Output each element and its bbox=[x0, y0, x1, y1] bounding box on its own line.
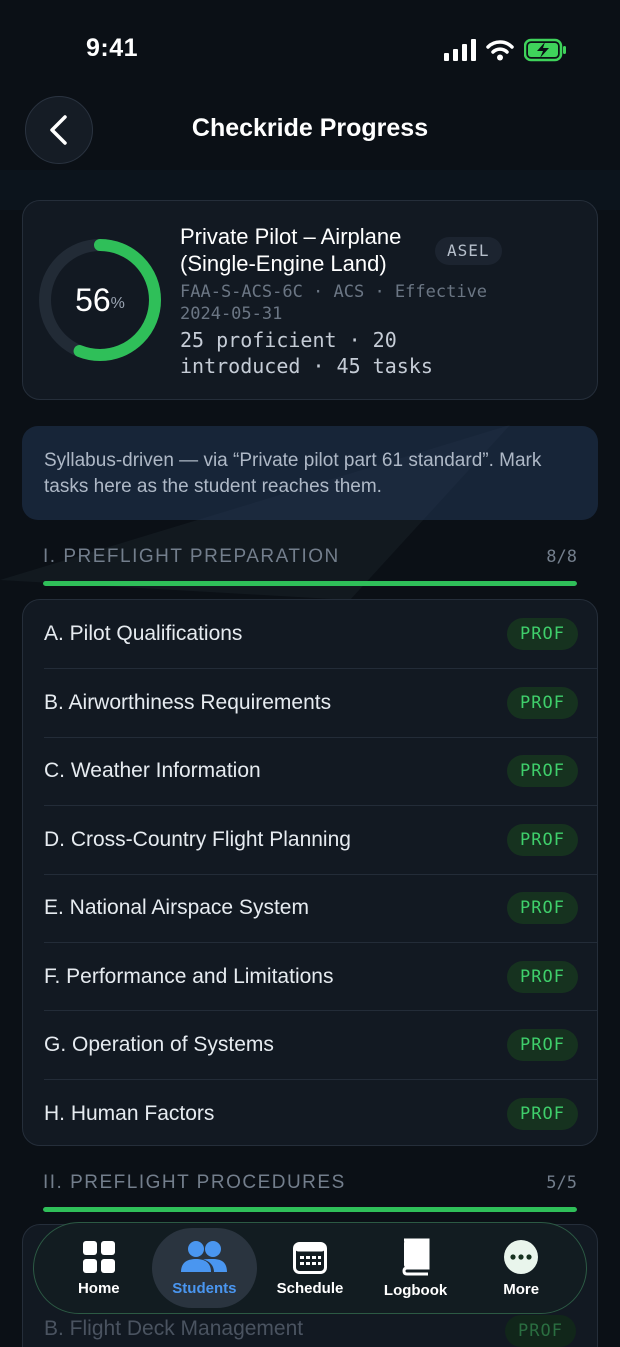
section-progress-bar bbox=[43, 581, 577, 586]
percent-value: 56 bbox=[75, 281, 111, 318]
task-label: D. Cross-Country Flight Planning bbox=[44, 828, 351, 851]
task-label: A. Pilot Qualifications bbox=[44, 622, 243, 645]
tab-schedule[interactable]: Schedule bbox=[257, 1228, 363, 1308]
task-list-preflight-preparation: A. Pilot Qualifications PROF B. Airworth… bbox=[22, 599, 598, 1146]
status-badge: PROF bbox=[507, 892, 578, 924]
calendar-icon bbox=[292, 1241, 327, 1274]
section-progress-fill bbox=[43, 1207, 577, 1212]
signal-icon bbox=[444, 39, 476, 61]
task-label: F. Performance and Limitations bbox=[44, 965, 334, 988]
status-badge: PROF bbox=[507, 1029, 578, 1061]
task-row[interactable]: D. Cross-Country Flight Planning PROF bbox=[44, 806, 597, 874]
status-badge: PROF bbox=[507, 618, 578, 650]
task-row[interactable]: A. Pilot Qualifications PROF bbox=[44, 600, 597, 668]
task-label: B. Airworthiness Requirements bbox=[44, 691, 332, 714]
certificate-title: Private Pilot – Airplane (Single-Engine … bbox=[180, 224, 402, 276]
battery-icon bbox=[524, 38, 566, 62]
tab-label: More bbox=[503, 1280, 540, 1298]
task-label: G. Operation of Systems bbox=[44, 1033, 274, 1056]
status-icons bbox=[444, 38, 568, 62]
task-row[interactable]: G. Operation of Systems PROF bbox=[44, 1011, 597, 1079]
task-row[interactable]: F. Performance and Limitations PROF bbox=[44, 943, 597, 1011]
status-badge: PROF bbox=[507, 961, 578, 993]
task-label: H. Human Factors bbox=[44, 1102, 215, 1125]
task-row[interactable]: B. Airworthiness Requirements PROF bbox=[44, 669, 597, 737]
task-label: E. National Airspace System bbox=[44, 896, 309, 919]
tab-label: Schedule bbox=[276, 1279, 344, 1297]
grid-icon bbox=[82, 1240, 115, 1273]
book-icon bbox=[402, 1238, 430, 1275]
syllabus-banner: Syllabus-driven — via “Private pilot par… bbox=[22, 426, 598, 520]
tab-logbook[interactable]: Logbook bbox=[363, 1228, 469, 1308]
status-bar: 9:41 bbox=[0, 0, 620, 100]
status-badge: PROF bbox=[507, 687, 578, 719]
section-progress-fill bbox=[43, 581, 577, 586]
wifi-icon bbox=[486, 40, 514, 61]
tab-more[interactable]: More bbox=[468, 1228, 574, 1308]
tab-label: Logbook bbox=[383, 1281, 448, 1299]
status-badge: PROF bbox=[507, 824, 578, 856]
task-stats: 25 proficient · 20 introduced · 45 tasks bbox=[180, 328, 433, 378]
tab-home[interactable]: Home bbox=[46, 1228, 152, 1308]
percent-sign: % bbox=[110, 295, 125, 312]
status-badge: PROF bbox=[505, 1315, 576, 1347]
section-count: 5/5 bbox=[546, 1173, 577, 1193]
tab-bar: Home Students Schedule Logbook More bbox=[33, 1222, 587, 1314]
status-time: 9:41 bbox=[86, 34, 139, 62]
more-icon bbox=[504, 1239, 539, 1274]
standard-meta: FAA-S-ACS-6C · ACS · Effective 2024-05-3… bbox=[180, 282, 488, 324]
progress-percent: 56 % bbox=[37, 237, 163, 363]
people-icon bbox=[181, 1240, 228, 1272]
class-badge: ASEL bbox=[435, 237, 502, 265]
status-badge: PROF bbox=[507, 1098, 578, 1130]
status-badge: PROF bbox=[507, 755, 578, 787]
section-header-preflight-preparation[interactable]: I. PREFLIGHT PREPARATION 8/8 bbox=[43, 546, 577, 568]
section-header-preflight-procedures[interactable]: II. PREFLIGHT PROCEDURES 5/5 bbox=[43, 1172, 577, 1194]
task-label: C. Weather Information bbox=[44, 759, 261, 782]
task-row[interactable]: E. National Airspace System PROF bbox=[44, 874, 597, 942]
task-row[interactable]: C. Weather Information PROF bbox=[44, 737, 597, 805]
checkride-summary-card: 56 % Private Pilot – Airplane (Single-En… bbox=[22, 200, 598, 400]
tab-label: Home bbox=[77, 1279, 120, 1297]
tab-label: Students bbox=[172, 1279, 237, 1297]
section-name: I. PREFLIGHT PREPARATION bbox=[43, 546, 340, 567]
page-title: Checkride Progress bbox=[191, 114, 429, 142]
section-progress-bar bbox=[43, 1207, 577, 1212]
section-count: 8/8 bbox=[546, 547, 577, 567]
task-label[interactable]: B. Flight Deck Management bbox=[44, 1317, 303, 1341]
section-name: II. PREFLIGHT PROCEDURES bbox=[43, 1172, 346, 1193]
tab-students[interactable]: Students bbox=[151, 1228, 258, 1308]
task-row[interactable]: H. Human Factors PROF bbox=[44, 1080, 597, 1145]
